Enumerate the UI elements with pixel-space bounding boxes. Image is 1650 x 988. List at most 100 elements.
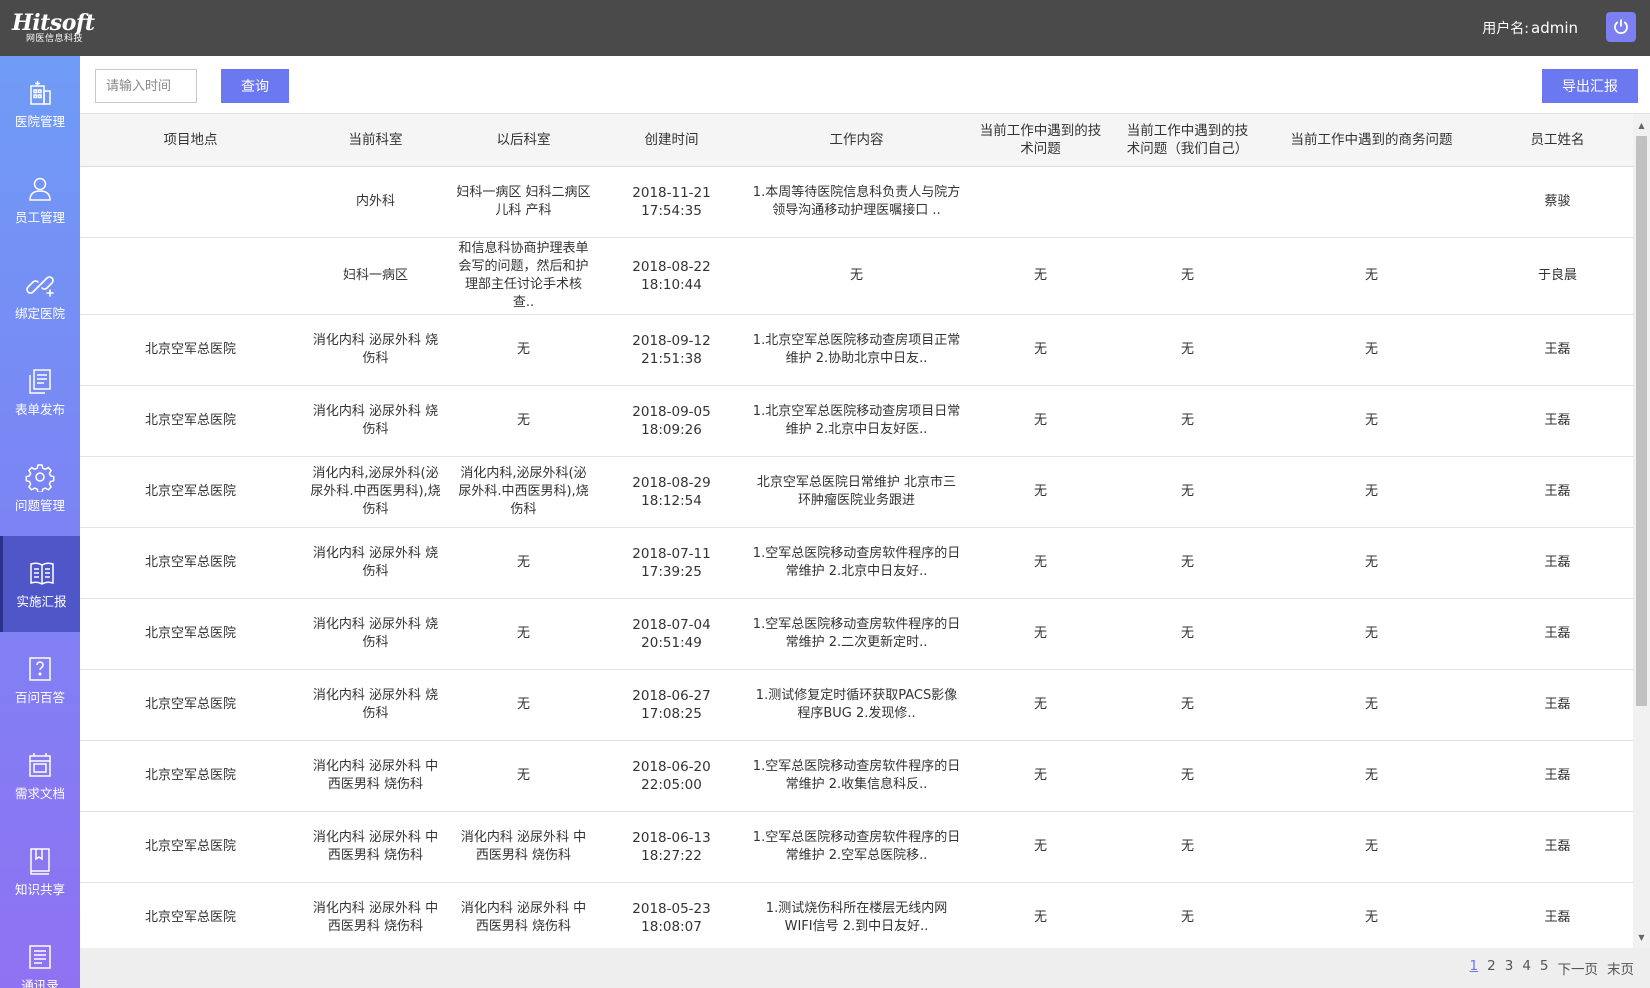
table-cell: 无 [967,811,1114,883]
table-cell: 消化内科 泌尿外科 烧伤科 [301,669,450,741]
table-row[interactable]: 北京空军总医院 消化内科 泌尿外科 中西医男科 烧伤科无 2018-06-20 22… [80,740,1633,812]
table-cell: 消化内科 泌尿外科 烧伤科 [301,385,450,457]
table-cell: 北京空军总医院日常维护 北京市三环肿瘤医院业务跟进 [746,456,967,528]
table-cell: 消化内科 泌尿外科 中西医男科 烧伤科 [301,740,450,812]
table-cell: 2018-05-23 18:08:07 [597,882,746,948]
table-row[interactable]: 北京空军总医院 消化内科 泌尿外科 中西医男科 烧伤科 消化内科 泌尿外科 中西医男… [80,811,1633,883]
vertical-scrollbar[interactable]: ▲ ▼ [1633,114,1650,948]
table-cell: 消化内科 泌尿外科 中西医男科 烧伤科 [301,882,450,948]
report-table: 项目地点 当前科室 以后科室 创建时间 工作内容 当前工作中遇到的技术问题 当前… [80,114,1633,948]
sidebar-item-faq[interactable]: 百问百答 [0,632,80,728]
table-row[interactable]: 北京空军总医院 消化内科 泌尿外科 烧伤科无 2018-07-04 20:51:49… [80,598,1633,670]
table-cell: 无 [1114,385,1261,457]
table-cell: 无 [1261,598,1482,670]
contacts-icon [29,945,51,969]
table-cell [80,166,301,238]
column-header: 工作内容 [746,114,967,167]
table-row[interactable]: 内外科 妇科一病区 妇科二病区 儿科 产科 2018-11-21 17:54:35 1… [80,166,1633,238]
table-cell: 无 [1114,811,1261,883]
table-row[interactable]: 妇科一病区 和信息科协商护理表单会写的问题，然后和护理部主任讨论手术核查.. 201… [80,237,1633,315]
sidebar-item-knowledge-share[interactable]: 知识共享 [0,824,80,920]
page-link-4[interactable]: 4 [1522,958,1531,978]
hospital-icon [30,81,51,105]
sidebar-item-implementation-report[interactable]: 实施汇报 [0,536,80,632]
column-header: 以后科室 [450,114,597,167]
table-cell: 2018-06-27 17:08:25 [597,669,746,741]
table-row[interactable]: 北京空军总医院 消化内科 泌尿外科 烧伤科无 2018-09-12 21:51:38… [80,314,1633,386]
table-cell: 消化内科 泌尿外科 中西医男科 烧伤科 [301,811,450,883]
table-cell: 王磊 [1482,527,1633,599]
table-cell: 王磊 [1482,385,1633,457]
scroll-down-arrow-icon[interactable]: ▼ [1633,930,1650,944]
sidebar-label: 实施汇报 [16,594,67,609]
question-icon [29,657,51,681]
table-cell: 2018-06-20 22:05:00 [597,740,746,812]
page-link-5[interactable]: 5 [1540,958,1549,978]
table-cell: 2018-08-29 18:12:54 [597,456,746,528]
table-cell: 1.北京空军总医院移动查房项目日常维护 2.北京中日友好医.. [746,385,967,457]
column-header: 创建时间 [597,114,746,167]
table-cell: 1.空军总医院移动查房软件程序的日常维护 2.空军总医院移.. [746,811,967,883]
column-header: 当前工作中遇到的技术问题 [967,114,1114,167]
page-link-3[interactable]: 3 [1505,958,1514,978]
time-search-input[interactable] [95,69,197,103]
table-cell: 无 [1114,882,1261,948]
table-cell [967,166,1114,238]
table-cell: 无 [450,740,597,812]
table-cell: 王磊 [1482,882,1633,948]
table-cell: 妇科一病区 [301,237,450,315]
table-cell: 北京空军总医院 [80,740,301,812]
sidebar-item-employee-management[interactable]: 员工管理 [0,152,80,248]
sidebar-item-requirement-docs[interactable]: 需求文档 [0,728,80,824]
table-cell: 北京空军总医院 [80,598,301,670]
table-cell: 和信息科协商护理表单会写的问题，然后和护理部主任讨论手术核查.. [450,237,597,315]
table-cell: 消化内科 泌尿外科 中西医男科 烧伤科 [450,811,597,883]
export-report-button[interactable]: 导出汇报 [1542,69,1638,103]
table-cell: 无 [1114,740,1261,812]
table-cell: 无 [1261,456,1482,528]
table-cell [1261,166,1482,238]
sidebar-item-bind-hospital[interactable]: 绑定医院 [0,248,80,344]
logout-button[interactable] [1606,12,1636,42]
sidebar-label: 通讯录 [21,978,59,988]
table-cell: 1.测试烧伤科所在楼层无线内网WIFI信号 2.到中日友好.. [746,882,967,948]
sidebar-item-contacts[interactable]: 通讯录 [0,920,80,988]
table-cell: 北京空军总医院 [80,385,301,457]
table-cell: 无 [1114,598,1261,670]
table-cell: 无 [967,669,1114,741]
table-cell: 王磊 [1482,456,1633,528]
table-cell: 无 [967,598,1114,670]
sidebar-label: 知识共享 [14,882,65,897]
table-cell: 2018-09-05 18:09:26 [597,385,746,457]
sidebar-item-issue-management[interactable]: 问题管理 [0,440,80,536]
sidebar-label: 绑定医院 [14,306,65,321]
sidebar-item-hospital-management[interactable]: 医院管理 [0,56,80,152]
table-row[interactable]: 北京空军总医院 消化内科 泌尿外科 烧伤科无 2018-07-11 17:39:25… [80,527,1633,599]
page-link-2[interactable]: 2 [1487,958,1496,978]
table-row[interactable]: 北京空军总医院 消化内科 泌尿外科 烧伤科 无 2018-09-05 18:09:26… [80,385,1633,457]
table-cell: 2018-11-21 17:54:35 [597,166,746,238]
scroll-up-arrow-icon[interactable]: ▲ [1633,118,1650,132]
table-row[interactable]: 北京空军总医院 消化内科,泌尿外科(泌尿外科.中西医男科),烧伤科 消化内科,泌尿外… [80,456,1633,528]
table-cell: 2018-06-13 18:27:22 [597,811,746,883]
table-cell: 无 [1114,237,1261,315]
next-page-link[interactable]: 下一页 [1558,958,1599,978]
form-icon [29,369,51,394]
table-cell: 无 [746,237,967,315]
table-row[interactable]: 北京空军总医院 消化内科 泌尿外科 烧伤科无 2018-06-27 17:08:25… [80,669,1633,741]
table-cell: 无 [1261,314,1482,386]
table-cell: 1.空军总医院移动查房软件程序的日常维护 2.北京中日友好.. [746,527,967,599]
table-cell: 无 [1261,811,1482,883]
scroll-thumb[interactable] [1636,136,1647,706]
table-row[interactable]: 北京空军总医院 消化内科 泌尿外科 中西医男科 烧伤科 消化内科 泌尿外科 中西医男… [80,882,1633,948]
sidebar-item-form-publish[interactable]: 表单发布 [0,344,80,440]
sidebar-label: 百问百答 [14,690,65,705]
column-header: 员工姓名 [1482,114,1633,167]
table-cell: 无 [967,314,1114,386]
last-page-link[interactable]: 末页 [1607,958,1634,978]
page-link-1[interactable]: 1 [1470,958,1479,978]
table-cell: 无 [1114,527,1261,599]
query-button[interactable]: 查询 [221,69,289,103]
table-cell: 无 [450,669,597,741]
logo-subtitle: 网医信息科技 [26,34,84,44]
